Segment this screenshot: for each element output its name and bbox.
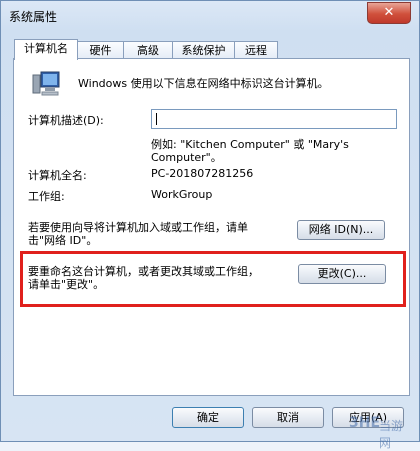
full-computer-name-label: 计算机全名: <box>28 169 87 182</box>
computer-icon <box>32 71 60 96</box>
computer-description-label: 计算机描述(D): <box>28 114 104 127</box>
example-text-line2: Computer"。 <box>151 151 222 164</box>
network-id-description-line2: 击"网络 ID"。 <box>28 234 98 247</box>
workgroup-label: 工作组: <box>28 190 65 203</box>
watermark-logo: 3HE <box>349 415 381 431</box>
network-id-button[interactable]: 网络 ID(N)... <box>297 220 385 240</box>
tab-computer-name[interactable]: 计算机名 <box>14 39 78 60</box>
site-watermark: 3HE 当游网 <box>349 411 413 450</box>
tab-hardware[interactable]: 硬件 <box>77 41 124 59</box>
tab-system-protection[interactable]: 系统保护 <box>172 41 235 59</box>
cancel-button[interactable]: 取消 <box>252 407 324 428</box>
workgroup-value: WorkGroup <box>151 188 213 201</box>
system-properties-window: 系统属性 ✕ 计算机名 硬件 高级 系统保护 远程 Windows 使用以下信息… <box>0 0 420 450</box>
full-computer-name-value: PC-201807281256 <box>151 167 254 180</box>
computer-name-panel: Windows 使用以下信息在网络中标识这台计算机。 计算机描述(D): 例如:… <box>13 58 410 396</box>
highlight-box <box>20 251 406 307</box>
computer-description-input[interactable] <box>151 109 397 129</box>
watermark-text: 当游网 <box>379 419 404 450</box>
title-bar[interactable]: 系统属性 ✕ <box>1 1 419 31</box>
text-caret <box>156 113 157 125</box>
ok-button[interactable]: 确定 <box>172 407 244 428</box>
intro-text: Windows 使用以下信息在网络中标识这台计算机。 <box>78 77 329 90</box>
close-button[interactable]: ✕ <box>367 2 411 24</box>
window-title: 系统属性 <box>9 10 58 24</box>
tab-advanced[interactable]: 高级 <box>123 41 173 59</box>
tab-remote[interactable]: 远程 <box>234 41 278 59</box>
